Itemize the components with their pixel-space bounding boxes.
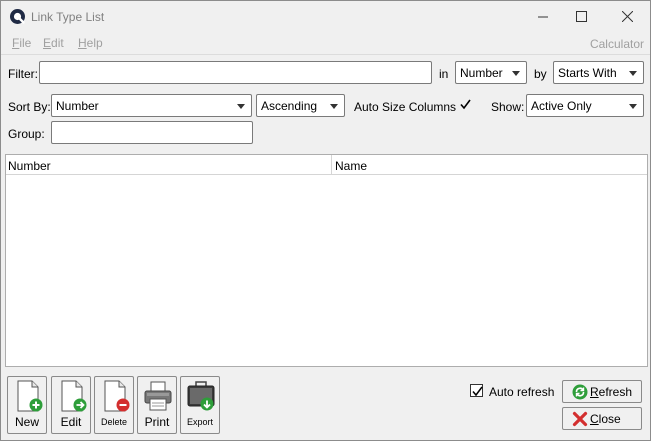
print-button[interactable]: Print [137, 376, 177, 434]
filter-mode-select[interactable]: Starts With [553, 61, 644, 84]
refresh-button[interactable]: Refresh [562, 380, 642, 403]
menu-help[interactable]: Help [78, 36, 103, 50]
auto-refresh-label: Auto refresh [489, 385, 555, 399]
filter-field-value: Number [460, 66, 503, 80]
auto-refresh-checkbox[interactable] [470, 384, 483, 397]
grid-body[interactable] [6, 175, 647, 366]
link-type-grid[interactable]: Number Name [5, 154, 648, 367]
filter-by-label: by [534, 67, 547, 81]
filter-label: Filter: [8, 67, 38, 81]
checkmark-icon [460, 99, 471, 110]
sort-direction-value: Ascending [261, 99, 318, 113]
column-header-number[interactable]: Number [6, 155, 332, 175]
filter-in-label: in [439, 67, 449, 81]
edit-button-label: Edit [60, 415, 82, 429]
edit-document-icon [61, 380, 87, 412]
close-window-button[interactable] [604, 1, 650, 32]
link-type-list-window: Link Type List File Edit Help Calculator… [0, 0, 651, 441]
filter-field-select[interactable]: Number [455, 61, 527, 84]
new-document-icon [17, 380, 43, 412]
menu-file[interactable]: File [12, 36, 31, 50]
grid-header: Number Name [6, 155, 647, 175]
minimize-icon [538, 16, 548, 17]
edit-button[interactable]: Edit [51, 376, 91, 434]
group-input[interactable] [51, 121, 253, 144]
q-logo-icon [10, 9, 25, 24]
close-button-label: Close [590, 412, 621, 426]
show-filter-value: Active Only [531, 99, 592, 113]
print-button-label: Print [144, 415, 170, 429]
show-filter-select[interactable]: Active Only [526, 94, 644, 117]
maximize-icon [575, 11, 587, 22]
delete-button[interactable]: Delete [94, 376, 134, 434]
chevron-down-icon [330, 104, 338, 109]
close-icon [621, 11, 633, 22]
auto-size-columns-label: Auto Size Columns [354, 100, 457, 114]
checkmark-icon [472, 386, 483, 397]
new-button-label: New [14, 415, 39, 429]
refresh-icon [572, 384, 588, 400]
filter-mode-value: Starts With [558, 66, 617, 80]
sort-field-value: Number [56, 99, 99, 113]
refresh-button-label: Refresh [590, 385, 633, 399]
printer-icon [144, 381, 172, 411]
chevron-down-icon [629, 104, 637, 109]
filter-input[interactable] [39, 61, 432, 84]
sort-direction-select[interactable]: Ascending [256, 94, 345, 117]
export-button-label: Export [186, 417, 213, 427]
maximize-button[interactable] [558, 1, 604, 32]
chevron-down-icon [629, 71, 637, 76]
auto-size-columns-checkbox[interactable] [459, 98, 472, 111]
red-x-icon [572, 411, 588, 427]
show-label: Show: [491, 100, 525, 114]
menu-divider [1, 54, 650, 55]
menu-bar: File Edit Help Calculator [1, 32, 650, 54]
column-header-name[interactable]: Name [332, 155, 647, 175]
delete-document-icon [104, 380, 130, 412]
group-label: Group: [8, 127, 45, 141]
menu-edit[interactable]: Edit [43, 36, 64, 50]
chevron-down-icon [512, 71, 520, 76]
close-button[interactable]: Close [562, 407, 642, 430]
new-button[interactable]: New [7, 376, 47, 434]
export-briefcase-icon [187, 381, 215, 411]
export-button[interactable]: Export [180, 376, 220, 434]
calculator-link[interactable]: Calculator [590, 37, 644, 51]
sort-by-label: Sort By: [8, 100, 51, 114]
window-title: Link Type List [31, 10, 105, 24]
sort-field-select[interactable]: Number [51, 94, 252, 117]
title-bar: Link Type List [1, 1, 650, 32]
delete-button-label: Delete [100, 417, 127, 427]
chevron-down-icon [237, 104, 245, 109]
